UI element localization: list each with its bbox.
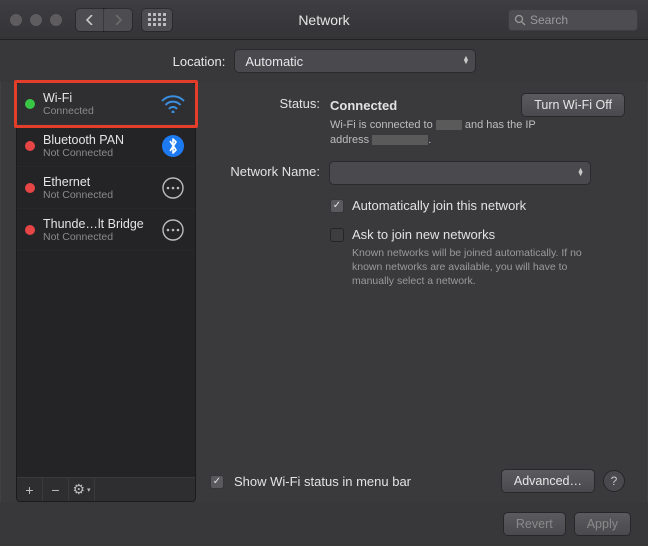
main-area: Wi-Fi Connected Bluetooth PAN Not Co	[16, 82, 632, 502]
revert-button[interactable]: Revert	[504, 513, 565, 535]
service-name: Wi-Fi	[43, 91, 151, 105]
back-button[interactable]	[76, 9, 104, 31]
forward-button[interactable]	[104, 9, 132, 31]
network-name-select[interactable]: ▲▼	[330, 162, 590, 184]
service-name: Thunde…lt Bridge	[43, 217, 151, 231]
service-status: Not Connected	[43, 147, 151, 159]
service-item-bluetooth[interactable]: Bluetooth PAN Not Connected	[17, 125, 195, 167]
auto-join-checkbox[interactable]: ✓	[330, 199, 344, 213]
service-item-thunderbolt[interactable]: Thunde…lt Bridge Not Connected	[17, 209, 195, 251]
service-item-wifi[interactable]: Wi-Fi Connected	[17, 83, 195, 125]
show-all-button[interactable]	[142, 9, 172, 31]
service-sidebar: Wi-Fi Connected Bluetooth PAN Not Co	[16, 82, 196, 502]
network-name-row: Network Name: ▲▼ ✓ Automatically join th…	[210, 162, 624, 289]
nav-arrows	[76, 9, 132, 31]
bluetooth-icon	[159, 132, 187, 160]
ethernet-icon	[159, 174, 187, 202]
redacted-ip	[372, 135, 428, 145]
status-dot	[25, 141, 35, 151]
advanced-button[interactable]: Advanced…	[502, 470, 594, 492]
sidebar-footer: + − ⚙︎▾	[17, 477, 195, 501]
status-dot	[25, 99, 35, 109]
footer: Revert Apply	[0, 502, 648, 546]
titlebar: Network Search	[0, 0, 648, 40]
status-subtext: Wi-Fi is connected to and has the IP add…	[330, 118, 570, 148]
zoom-window-button[interactable]	[50, 14, 62, 26]
help-button[interactable]: ?	[604, 471, 624, 491]
service-status: Not Connected	[43, 231, 151, 243]
show-status-checkbox[interactable]: ✓	[210, 475, 224, 489]
auto-join-label: Automatically join this network	[352, 198, 526, 213]
service-status: Connected	[43, 105, 151, 117]
network-name-label: Network Name:	[210, 162, 330, 179]
apply-button[interactable]: Apply	[575, 513, 630, 535]
status-value: Connected	[330, 98, 397, 113]
ask-join-label: Ask to join new networks	[352, 227, 612, 242]
status-dot	[25, 225, 35, 235]
service-actions-button[interactable]: ⚙︎▾	[69, 478, 95, 501]
thunderbolt-icon	[159, 216, 187, 244]
traffic-lights	[10, 14, 62, 26]
location-label: Location:	[173, 54, 226, 69]
status-dot	[25, 183, 35, 193]
minimize-window-button[interactable]	[30, 14, 42, 26]
toggle-wifi-button[interactable]: Turn Wi-Fi Off	[522, 94, 624, 116]
window-title: Network	[298, 12, 349, 28]
redacted-ssid	[436, 120, 462, 130]
chevron-updown-icon: ▲▼	[462, 57, 469, 65]
search-input[interactable]: Search	[508, 9, 638, 31]
add-service-button[interactable]: +	[17, 478, 43, 501]
wifi-icon	[159, 90, 187, 118]
search-icon	[514, 14, 526, 26]
location-row: Location: Automatic ▲▼	[0, 40, 648, 82]
grid-icon	[148, 13, 166, 26]
bottom-row: ✓ Show Wi-Fi status in menu bar Advanced…	[210, 466, 624, 502]
location-value: Automatic	[245, 54, 303, 69]
detail-panel: Status: Connected Turn Wi-Fi Off Wi-Fi i…	[206, 82, 632, 502]
service-name: Bluetooth PAN	[43, 133, 151, 147]
service-status: Not Connected	[43, 189, 151, 201]
status-row: Status: Connected Turn Wi-Fi Off Wi-Fi i…	[210, 94, 624, 148]
remove-service-button[interactable]: −	[43, 478, 69, 501]
close-window-button[interactable]	[10, 14, 22, 26]
location-select[interactable]: Automatic ▲▼	[235, 50, 475, 72]
ask-join-help: Known networks will be joined automatica…	[352, 246, 612, 289]
ask-join-checkbox[interactable]	[330, 228, 344, 242]
service-list: Wi-Fi Connected Bluetooth PAN Not Co	[17, 83, 195, 477]
service-name: Ethernet	[43, 175, 151, 189]
status-label: Status:	[210, 94, 330, 111]
chevron-down-icon: ▾	[87, 486, 91, 494]
search-placeholder: Search	[530, 13, 568, 27]
show-status-label: Show Wi-Fi status in menu bar	[234, 474, 411, 489]
gear-icon: ⚙︎	[72, 481, 85, 498]
chevron-updown-icon: ▲▼	[577, 169, 584, 177]
service-item-ethernet[interactable]: Ethernet Not Connected	[17, 167, 195, 209]
